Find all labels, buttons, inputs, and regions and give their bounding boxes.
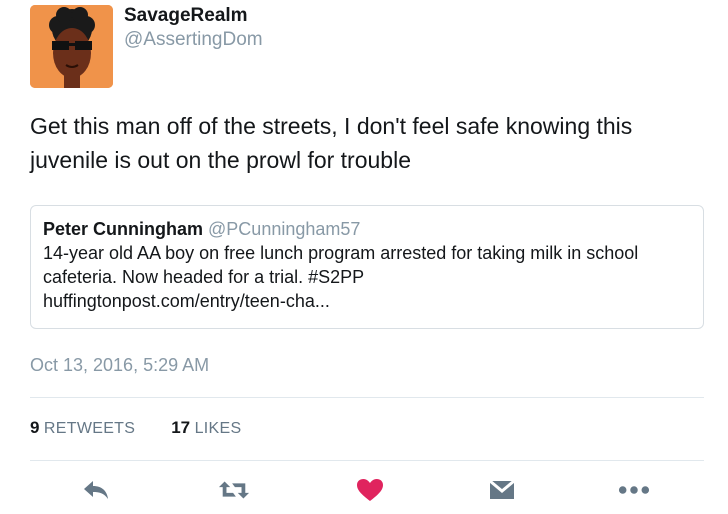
reply-button[interactable] [80, 476, 112, 504]
heart-icon [357, 479, 383, 501]
retweets-label: RETWEETS [43, 420, 136, 437]
divider [30, 397, 704, 398]
author-display-name[interactable]: SavageRealm [124, 5, 248, 27]
quoted-tweet-link[interactable]: huffingtonpost.com/entry/teen-cha... [43, 289, 691, 313]
likes-label: LIKES [194, 420, 242, 437]
tweet-text: Get this man off of the streets, I don't… [30, 113, 633, 173]
quoted-tweet[interactable]: Peter Cunningham @PCunningham57 14-year … [30, 205, 704, 329]
likes-stat[interactable]: 17 LIKES [171, 418, 241, 438]
quoted-tweet-header: Peter Cunningham @PCunningham57 [43, 217, 691, 241]
avatar[interactable] [30, 5, 113, 88]
reply-icon [84, 481, 108, 499]
like-button[interactable] [354, 476, 386, 504]
divider [30, 460, 704, 461]
retweet-icon [218, 481, 250, 499]
more-icon [618, 486, 650, 494]
quoted-tweet-text-line2: cafeteria. Now headed for a trial. #S2PP [43, 267, 365, 287]
direct-message-button[interactable] [486, 476, 518, 504]
quoted-author-handle: @PCunningham57 [208, 219, 361, 239]
retweets-count: 9 [30, 418, 40, 437]
quoted-tweet-text-line1: 14-year old AA boy on free lunch program… [43, 243, 639, 263]
tweet-timestamp[interactable]: Oct 13, 2016, 5:29 AM [30, 355, 209, 376]
avatar-illustration [30, 5, 113, 88]
quoted-author-name: Peter Cunningham [43, 219, 204, 239]
tweet-stats: 9 RETWEETS 17 LIKES [30, 418, 241, 438]
direct-message-icon [489, 479, 515, 499]
likes-count: 17 [171, 418, 191, 437]
retweet-button[interactable] [218, 476, 250, 504]
author-handle[interactable]: @AssertingDom [124, 29, 263, 51]
more-button[interactable] [618, 476, 650, 504]
retweets-stat[interactable]: 9 RETWEETS [30, 418, 135, 438]
